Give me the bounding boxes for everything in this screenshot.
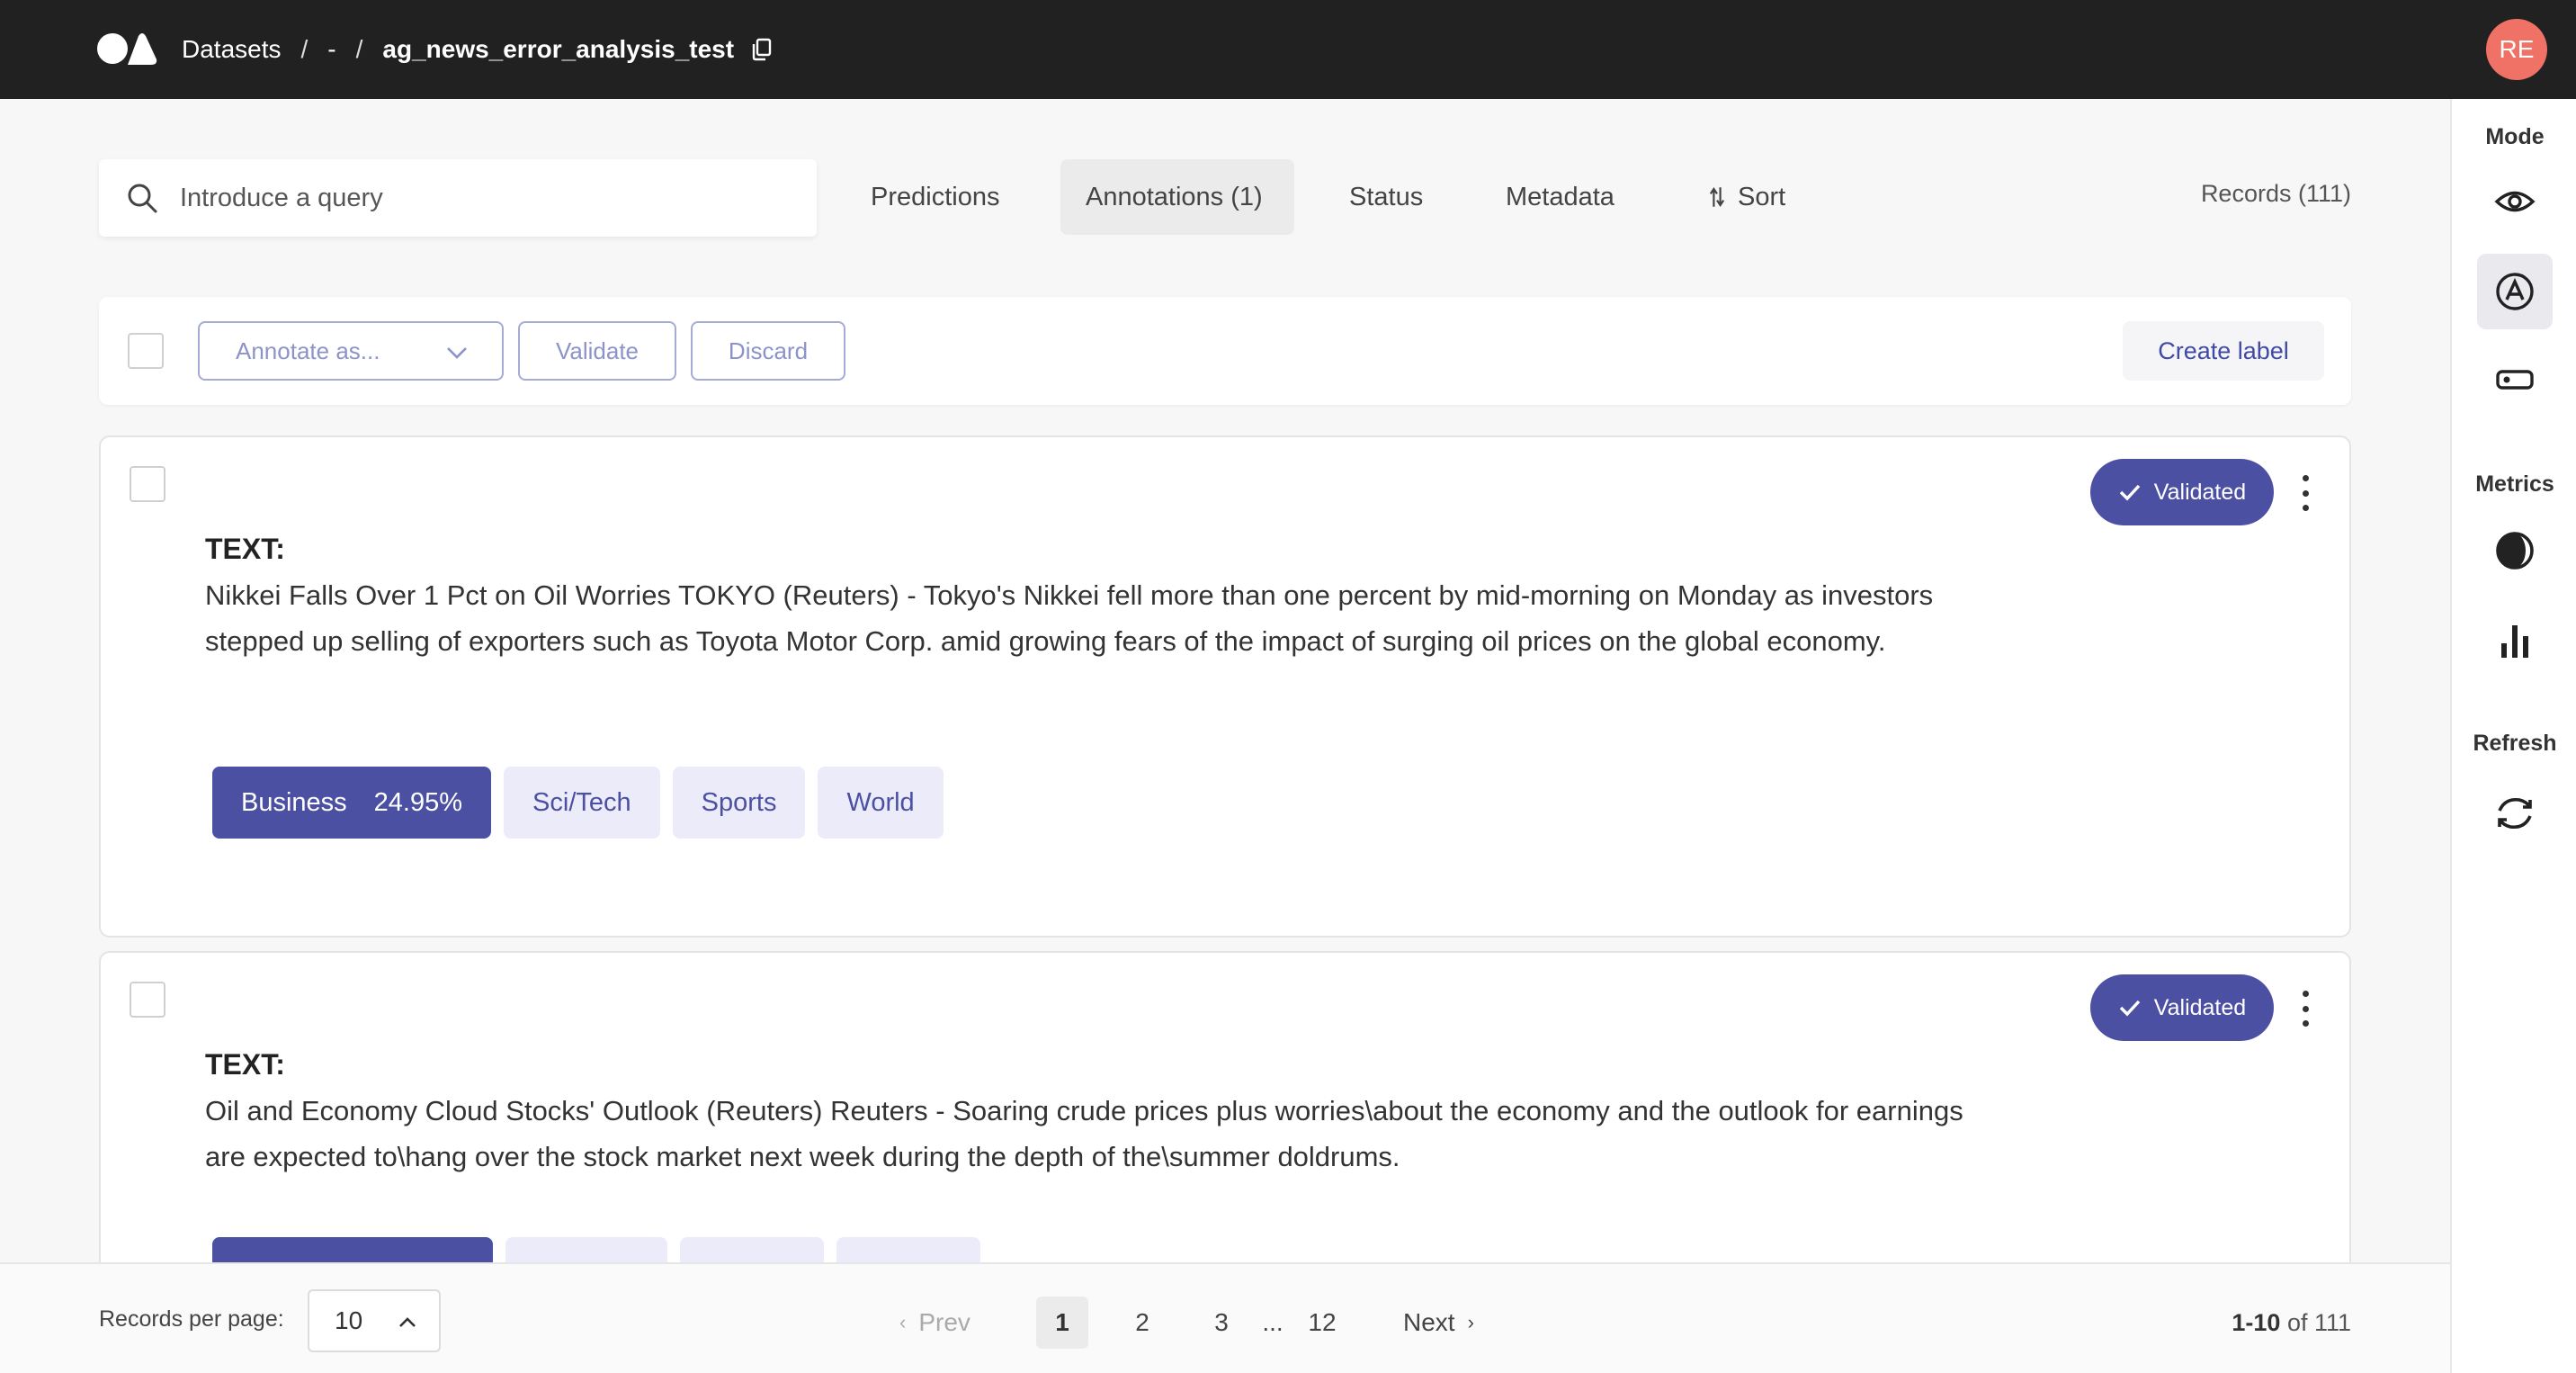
status-label: Validated [2153, 994, 2247, 1020]
progress-metrics-button[interactable] [2477, 513, 2553, 588]
next-page-button[interactable]: Next › [1403, 1297, 1474, 1349]
metrics-title: Metrics [2475, 471, 2554, 497]
progress-chart-icon [2496, 532, 2534, 570]
label-score: 24.95% [373, 787, 463, 817]
more-options-icon[interactable] [2294, 475, 2317, 511]
more-options-icon[interactable] [2294, 991, 2317, 1027]
prev-label: Prev [918, 1308, 970, 1336]
label-chip-business[interactable]: Business 24.95% [212, 767, 492, 839]
filter-status[interactable]: Status [1324, 159, 1448, 235]
breadcrumb: Datasets / - / ag_news_error_analysis_te… [182, 0, 772, 99]
pagination-range: 1-10 of 111 [2141, 1309, 2351, 1337]
label-chip-sports[interactable]: Sports [672, 767, 806, 839]
sort-label: Sort [1738, 182, 1786, 211]
refresh-title: Refresh [2473, 731, 2557, 756]
annotate-as-label: Annotate as... [236, 337, 380, 364]
eye-icon [2494, 191, 2536, 212]
create-label-button[interactable]: Create label [2123, 321, 2324, 381]
status-label: Validated [2153, 479, 2247, 505]
refresh-button[interactable] [2477, 776, 2553, 851]
validate-button[interactable]: Validate [518, 321, 676, 381]
user-avatar[interactable]: RE [2486, 19, 2547, 80]
page-2-button[interactable]: 2 [1126, 1297, 1158, 1349]
stats-metrics-button[interactable] [2477, 603, 2553, 678]
filter-metadata[interactable]: Metadata [1480, 159, 1640, 235]
breadcrumb-separator: / [300, 35, 309, 63]
annotate-as-dropdown[interactable]: Annotate as... [198, 321, 504, 381]
records-per-page-select[interactable]: 10 [308, 1289, 441, 1352]
pagination-footer: Records per page: 10 ‹ Prev 1 2 3 ... 12… [0, 1262, 2450, 1373]
status-badge[interactable]: Validated [2090, 974, 2274, 1041]
select-all-checkbox[interactable] [128, 333, 164, 369]
explore-mode-button[interactable] [2477, 164, 2553, 239]
chevron-down-icon [447, 347, 467, 359]
bulk-actions-bar: Annotate as... Validate Discard Create l… [99, 297, 2351, 405]
sort-button[interactable]: Sort [1684, 159, 1811, 235]
breadcrumb-workspace[interactable]: - [327, 35, 335, 64]
range-bold: 1-10 [2232, 1309, 2281, 1336]
sort-icon [1709, 187, 1725, 207]
text-field-label: TEXT: [205, 533, 285, 565]
breadcrumb-dataset-name: ag_news_error_analysis_test [382, 35, 735, 63]
breadcrumb-separator: / [355, 35, 363, 63]
bar-chart-icon [2501, 625, 2528, 658]
records-per-page-label: Records per page: [99, 1306, 284, 1332]
discard-button[interactable]: Discard [691, 321, 845, 381]
filter-predictions[interactable]: Predictions [845, 159, 1024, 235]
label-chip-world[interactable]: World [818, 767, 944, 839]
status-badge[interactable]: Validated [2090, 459, 2274, 525]
next-label: Next [1403, 1308, 1455, 1336]
tag-icon [2496, 370, 2534, 390]
search-bar [99, 159, 817, 237]
check-icon [2119, 1000, 2141, 1017]
chevron-up-icon [399, 1317, 416, 1327]
check-icon [2119, 484, 2141, 501]
refresh-icon [2498, 797, 2532, 830]
filter-annotations[interactable]: Annotations (1) [1060, 159, 1294, 235]
annotate-mode-button[interactable] [2477, 254, 2553, 329]
argilla-logo-icon[interactable] [97, 32, 158, 65]
chevron-right-icon: › [1467, 1311, 1474, 1333]
copy-icon[interactable] [752, 38, 772, 61]
range-rest: of 111 [2280, 1309, 2351, 1336]
text-field-label: TEXT: [205, 1048, 285, 1081]
label-name: Business [241, 787, 347, 817]
page-1-button[interactable]: 1 [1036, 1297, 1088, 1349]
record-card: Validated TEXT: Nikkei Falls Over 1 Pct … [99, 435, 2351, 938]
record-text: Oil and Economy Cloud Stocks' Outlook (R… [205, 1095, 1963, 1172]
top-bar: Datasets / - / ag_news_error_analysis_te… [0, 0, 2576, 99]
label-list: Business 24.95% Sci/Tech Sports World [212, 767, 944, 839]
right-sidebar: Mode Metrics Refresh [2450, 99, 2576, 1373]
weak-labeling-mode-button[interactable] [2477, 342, 2553, 417]
records-per-page-value: 10 [335, 1306, 363, 1334]
page-12-button[interactable]: 12 [1302, 1297, 1342, 1349]
prev-page-button[interactable]: ‹ Prev [899, 1297, 970, 1349]
pagination-ellipsis: ... [1262, 1308, 1284, 1336]
search-input[interactable] [180, 183, 792, 213]
record-checkbox[interactable] [130, 466, 165, 502]
search-icon [128, 184, 157, 213]
page-3-button[interactable]: 3 [1205, 1297, 1238, 1349]
chevron-left-icon: ‹ [899, 1311, 907, 1333]
records-count: Records (111) [2200, 180, 2351, 207]
label-chip-scitech[interactable]: Sci/Tech [504, 767, 660, 839]
breadcrumb-datasets[interactable]: Datasets [182, 35, 282, 64]
record-checkbox[interactable] [130, 982, 165, 1018]
mode-title: Mode [2485, 124, 2545, 149]
record-text: Nikkei Falls Over 1 Pct on Oil Worries T… [205, 579, 1934, 657]
annotate-icon [2496, 273, 2534, 310]
